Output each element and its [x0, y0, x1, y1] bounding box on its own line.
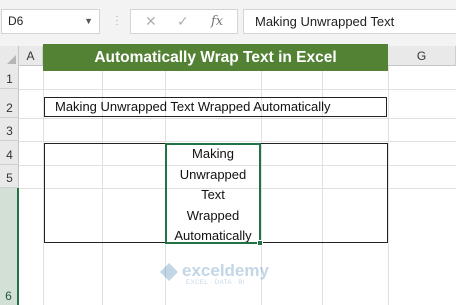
watermark-logo: exceldemy EXCEL · DATA · BI: [158, 261, 298, 287]
row-header-2[interactable]: 2: [0, 89, 19, 118]
drag-handle-icon[interactable]: · · ·: [115, 12, 119, 29]
cancel-icon[interactable]: ✕: [145, 13, 157, 30]
active-cell-d6[interactable]: [165, 143, 261, 244]
row-header-6[interactable]: 6: [0, 188, 19, 305]
row-header-1[interactable]: 1: [0, 66, 19, 89]
chevron-down-icon[interactable]: ▼: [84, 10, 93, 33]
row-header-column: 1 2 3 4 5 6: [0, 66, 19, 305]
logo-icon: [160, 263, 178, 281]
enter-icon[interactable]: ✓: [177, 13, 189, 30]
row-header-4[interactable]: 4: [0, 141, 19, 165]
formula-input[interactable]: Making Unwrapped Text: [243, 9, 456, 34]
formula-tools: ✕ ✓ fx: [130, 9, 238, 34]
name-box[interactable]: D6 ▼: [1, 9, 100, 34]
gridline: [19, 141, 456, 142]
column-header-g[interactable]: G: [388, 46, 456, 66]
watermark-subtext: EXCEL · DATA · BI: [186, 280, 246, 286]
insert-function-icon[interactable]: fx: [211, 14, 223, 29]
formula-bar-area: D6 ▼ · · · ✕ ✓ fx Making Unwrapped Text: [0, 0, 456, 46]
gridline: [19, 118, 456, 119]
gridline: [19, 89, 456, 90]
select-all-icon: [7, 55, 16, 64]
title-cell-b2[interactable]: Automatically Wrap Text in Excel: [43, 44, 388, 71]
row-header-label: 5: [6, 171, 13, 185]
row-header-3[interactable]: 3: [0, 118, 19, 141]
name-box-value: D6: [8, 14, 24, 28]
fill-handle[interactable]: [257, 240, 263, 246]
row-header-label: 4: [6, 148, 13, 162]
row-header-label: 2: [6, 101, 13, 115]
row-header-label: 6: [5, 289, 12, 303]
column-header-a[interactable]: A: [19, 46, 43, 66]
row-header-label: 1: [6, 72, 13, 86]
cell-b4[interactable]: Making Unwrapped Text Wrapped Automatica…: [44, 97, 387, 117]
gridline: [388, 66, 389, 305]
watermark-text: exceldemy: [182, 261, 269, 280]
row-header-5[interactable]: 5: [0, 165, 19, 188]
row-header-label: 3: [6, 124, 13, 138]
select-all-button[interactable]: [0, 46, 19, 66]
